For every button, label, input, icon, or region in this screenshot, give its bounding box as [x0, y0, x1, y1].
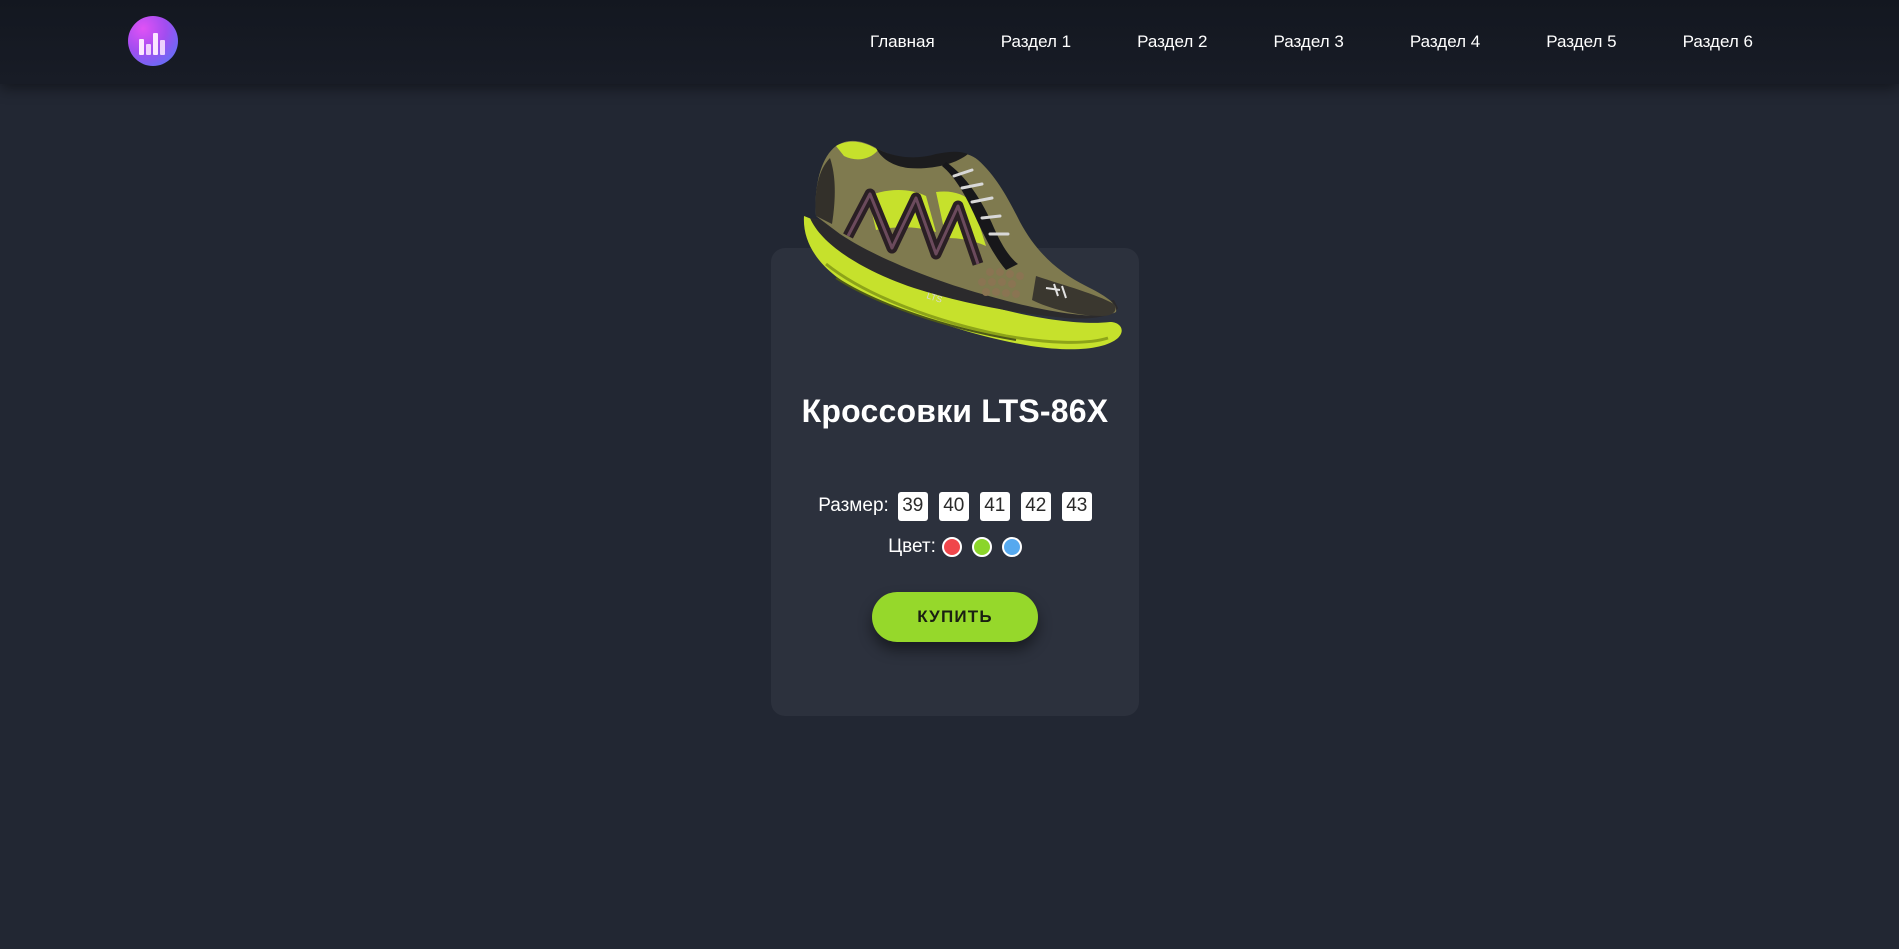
main-nav: Главная Раздел 1 Раздел 2 Раздел 3 Разде…: [870, 0, 1753, 84]
size-label: Размер:: [818, 495, 889, 516]
size-option-41[interactable]: 41: [979, 491, 1010, 521]
color-swatch-red[interactable]: [941, 537, 962, 557]
nav-item-section-2[interactable]: Раздел 2: [1137, 32, 1207, 52]
color-swatch-blue[interactable]: [1001, 537, 1022, 557]
nav-item-section-5[interactable]: Раздел 5: [1546, 32, 1616, 52]
color-selector: Цвет:: [771, 533, 1139, 561]
nav-item-section-4[interactable]: Раздел 4: [1410, 32, 1480, 52]
product-title: Кроссовки LTS-86X: [801, 393, 1109, 429]
logo-icon[interactable]: [128, 16, 178, 66]
sneaker-image: LTS: [796, 136, 1126, 366]
size-option-43[interactable]: 43: [1061, 491, 1092, 521]
color-swatch-green[interactable]: [971, 537, 992, 557]
nav-item-home[interactable]: Главная: [870, 32, 935, 52]
size-selector: Размер: 39 40 41 42 43: [771, 490, 1139, 522]
size-option-39[interactable]: 39: [897, 491, 928, 521]
top-navbar: Главная Раздел 1 Раздел 2 Раздел 3 Разде…: [0, 0, 1899, 84]
buy-button[interactable]: КУПИТЬ: [872, 592, 1038, 642]
size-option-40[interactable]: 40: [938, 491, 969, 521]
nav-item-section-3[interactable]: Раздел 3: [1273, 32, 1343, 52]
size-option-42[interactable]: 42: [1020, 491, 1051, 521]
nav-item-section-6[interactable]: Раздел 6: [1683, 32, 1753, 52]
color-label: Цвет:: [888, 536, 936, 557]
nav-item-section-1[interactable]: Раздел 1: [1001, 32, 1071, 52]
